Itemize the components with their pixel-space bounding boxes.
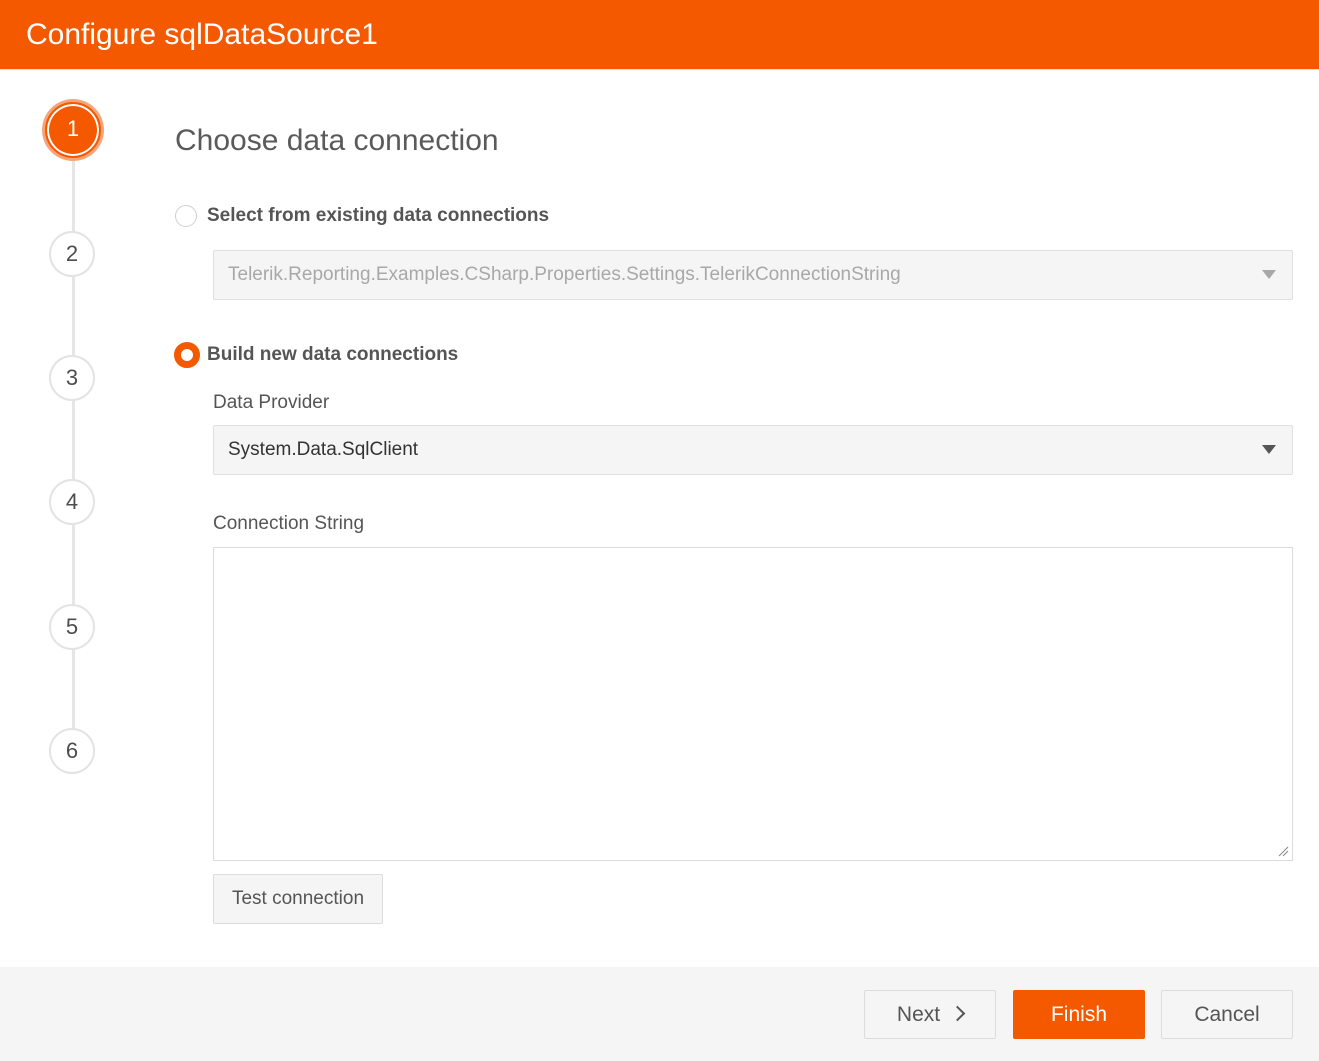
data-provider-label: Data Provider (213, 392, 330, 413)
step-4-indicator[interactable]: 4 (49, 479, 95, 525)
step-2-indicator[interactable]: 2 (49, 231, 95, 277)
existing-connection-select: Telerik.Reporting.Examples.CSharp.Proper… (213, 250, 1293, 300)
step-3-indicator[interactable]: 3 (49, 355, 95, 401)
cancel-button[interactable]: Cancel (1161, 990, 1293, 1039)
existing-connection-radio[interactable] (175, 205, 197, 227)
test-connection-button[interactable]: Test connection (213, 874, 383, 924)
connection-string-label: Connection String (213, 513, 365, 534)
next-button[interactable]: Next (864, 990, 996, 1039)
existing-connection-label[interactable]: Select from existing data connections (207, 205, 549, 227)
existing-connection-option[interactable]: Select from existing data connections (175, 203, 549, 229)
step-1-indicator[interactable]: 1 (45, 102, 101, 158)
next-button-label: Next (896, 1003, 941, 1026)
stepper-connector-line (72, 130, 75, 752)
data-provider-value: System.Data.SqlClient (228, 439, 419, 460)
existing-connection-value: Telerik.Reporting.Examples.CSharp.Proper… (228, 264, 901, 285)
chevron-right-icon (949, 1005, 966, 1022)
data-provider-select[interactable]: System.Data.SqlClient (213, 425, 1293, 475)
page-title: Choose data connection (175, 124, 499, 157)
dialog-titlebar: Configure sqlDataSource1 (0, 0, 1319, 70)
dialog-title: Configure sqlDataSource1 (26, 18, 378, 51)
caret-down-icon (1262, 270, 1276, 279)
step-6-indicator[interactable]: 6 (49, 728, 95, 774)
build-new-connection-option[interactable]: Build new data connections (174, 342, 458, 368)
build-new-connection-radio[interactable] (174, 342, 200, 368)
finish-button[interactable]: Finish (1013, 990, 1145, 1039)
configure-datasource-dialog: Configure sqlDataSource1 1 2 3 4 5 6 Cho… (0, 0, 1319, 1061)
caret-down-icon (1262, 445, 1276, 454)
connection-string-textarea[interactable] (213, 547, 1293, 861)
build-new-connection-label[interactable]: Build new data connections (207, 344, 458, 366)
step-5-indicator[interactable]: 5 (49, 604, 95, 650)
resize-grip-icon[interactable] (1277, 845, 1289, 857)
